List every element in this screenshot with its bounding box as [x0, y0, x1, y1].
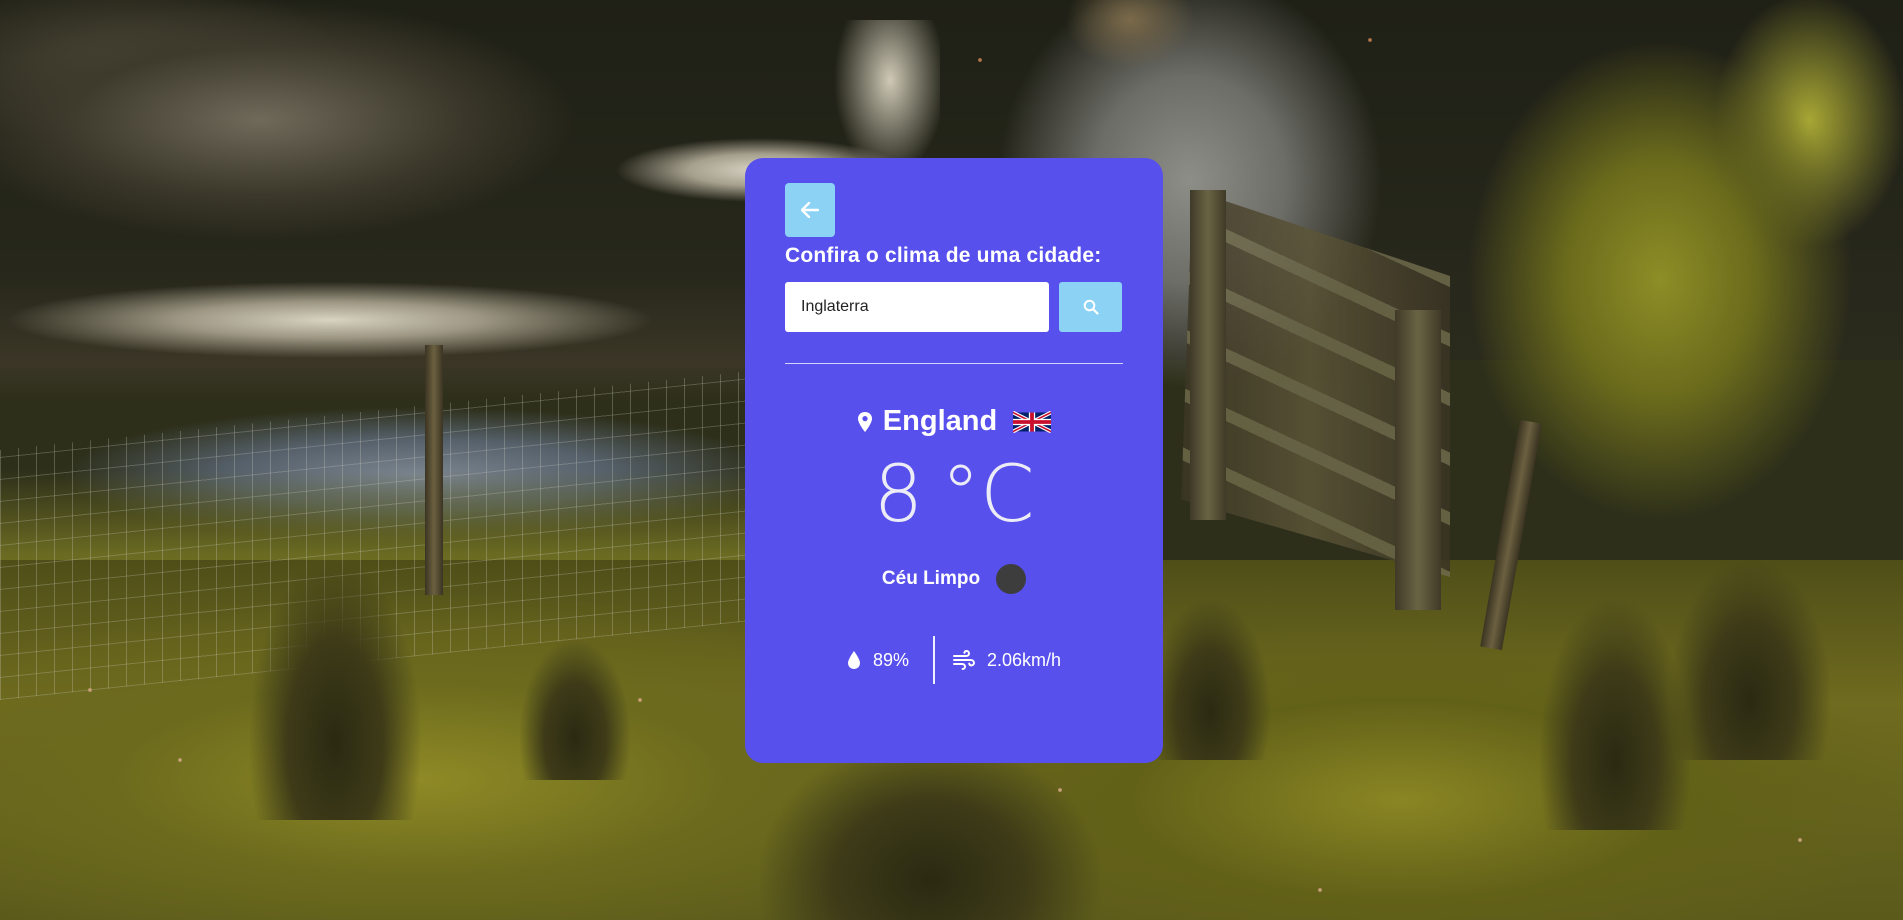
back-button[interactable] — [785, 183, 835, 237]
temperature-unit: °C — [941, 450, 1035, 540]
map-pin-icon — [857, 411, 872, 432]
wind: 2.06km/h — [935, 650, 1061, 671]
temperature: 8 °C — [785, 456, 1123, 534]
search-bar — [785, 282, 1123, 332]
droplet-icon — [847, 651, 860, 669]
wind-icon — [952, 650, 975, 670]
uk-flag-icon — [1013, 410, 1052, 433]
weather-card: Confira o clima de uma cidade: England 8… — [745, 158, 1163, 763]
search-button[interactable] — [1059, 282, 1122, 332]
city-search-input[interactable] — [785, 282, 1049, 332]
weather-details: 89% 2.06km/h — [785, 636, 1123, 684]
weather-description: Céu Limpo — [881, 568, 981, 589]
search-icon — [1083, 299, 1099, 315]
temperature-value: 8 — [873, 450, 924, 540]
location-row: England — [785, 405, 1123, 438]
wind-value: 2.06km/h — [986, 649, 1062, 670]
humidity: 89% — [847, 650, 933, 671]
weather-condition-icon — [996, 564, 1027, 594]
condition-row: Céu Limpo — [785, 564, 1123, 594]
divider — [785, 363, 1123, 364]
card-title: Confira o clima de uma cidade: — [785, 244, 1102, 267]
city-name: England — [882, 405, 998, 437]
arrow-left-icon — [801, 202, 819, 218]
humidity-value: 89% — [872, 649, 909, 670]
